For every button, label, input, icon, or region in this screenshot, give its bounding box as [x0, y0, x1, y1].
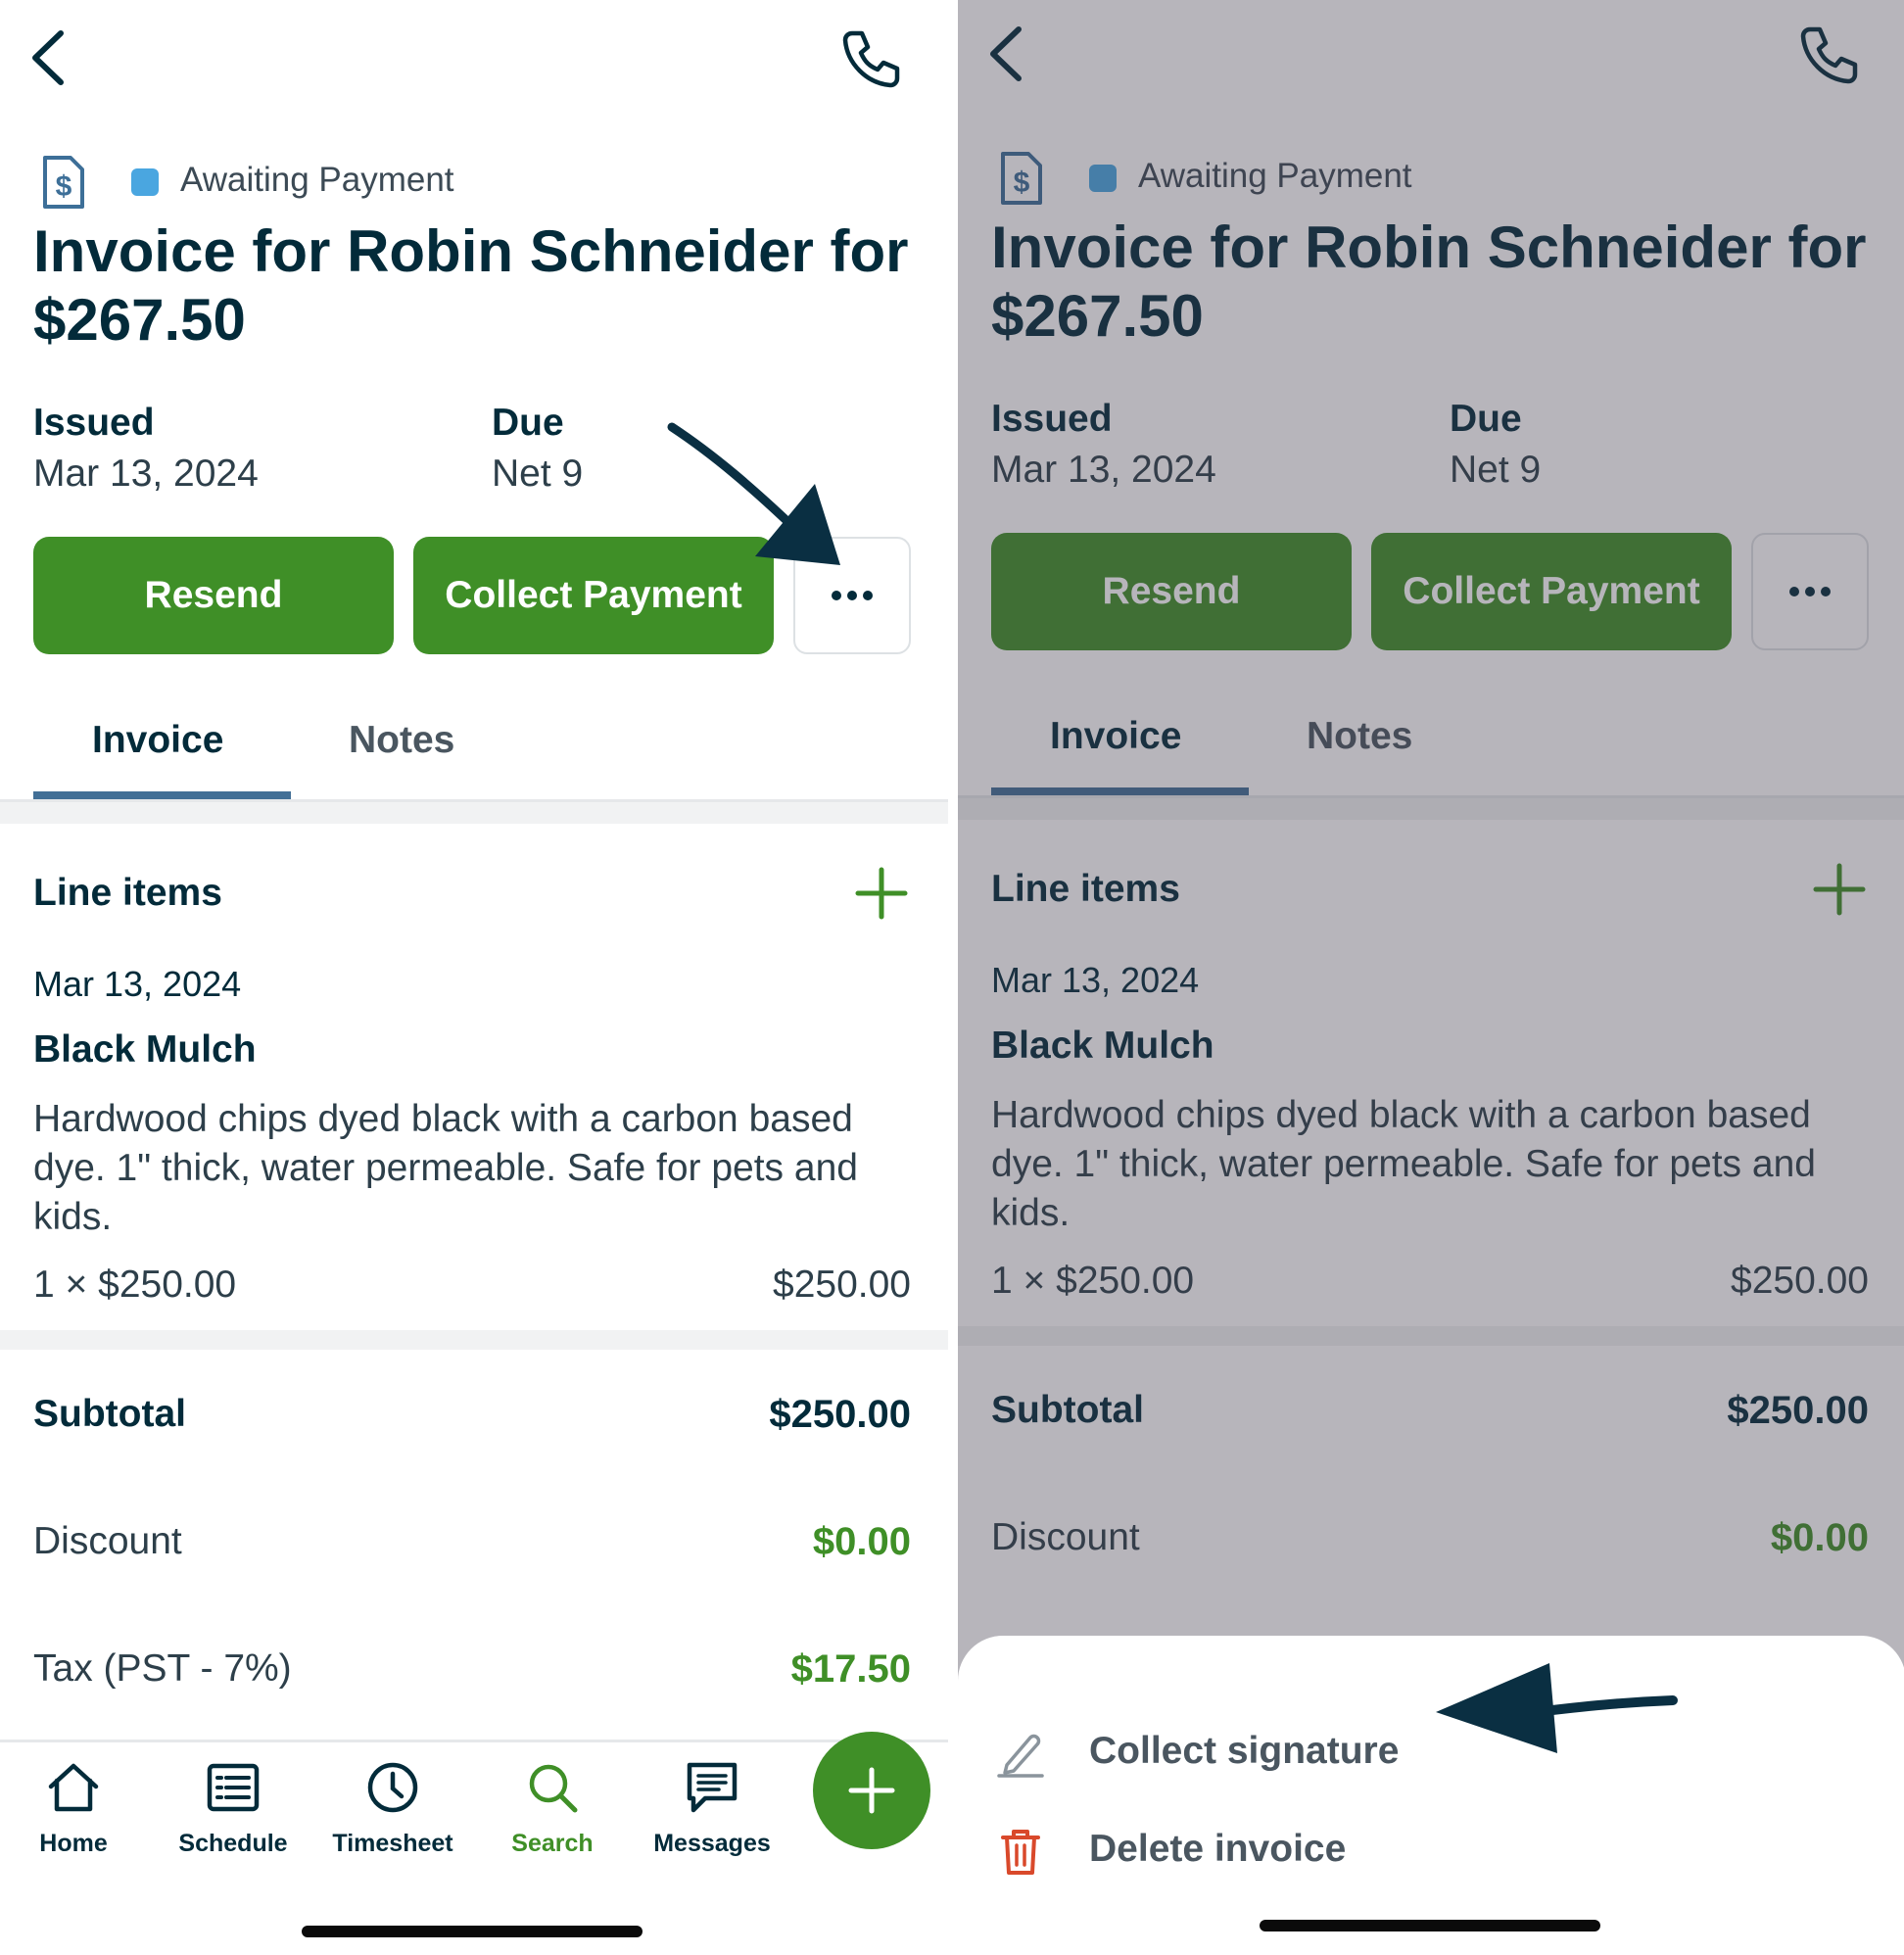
nav-messages[interactable]: Messages [639, 1759, 785, 1858]
action-sheet: Collect signature Delete invoice [958, 1636, 1904, 1955]
nav-home[interactable]: Home [0, 1759, 147, 1858]
invoice-document-icon: $ [39, 155, 86, 210]
trash-icon [1001, 1830, 1040, 1875]
back-button[interactable] [25, 27, 74, 88]
status-label: Awaiting Payment [180, 161, 454, 199]
schedule-list-icon [207, 1763, 260, 1812]
collect-payment-button[interactable]: Collect Payment [413, 537, 774, 654]
resend-button[interactable]: Resend [33, 537, 394, 654]
invoice-screen: $ Awaiting Payment Invoice for Robin Sch… [0, 0, 948, 1955]
clock-icon [367, 1762, 418, 1813]
collect-signature-option[interactable]: Collect signature [958, 1706, 1904, 1800]
more-actions-button[interactable] [793, 537, 911, 654]
message-icon [687, 1762, 738, 1813]
chevron-left-icon [32, 30, 64, 85]
nav-search-label: Search [511, 1830, 594, 1857]
plus-icon [855, 867, 908, 920]
subtotal-value: $250.00 [769, 1393, 911, 1436]
create-new-button[interactable] [813, 1732, 930, 1849]
section-separator [0, 802, 948, 824]
nav-search[interactable]: Search [479, 1759, 626, 1858]
issued-date: Mar 13, 2024 [33, 453, 259, 495]
line-item-description: Hardwood chips dyed black with a carbon … [33, 1098, 858, 1238]
nav-timesheet[interactable]: Timesheet [319, 1759, 466, 1858]
nav-messages-label: Messages [653, 1830, 771, 1857]
due-label: Due [492, 402, 564, 444]
tax-value[interactable]: $17.50 [791, 1647, 911, 1692]
add-line-item-button[interactable] [854, 866, 909, 921]
line-item-quantity-price: 1 × $250.00 [33, 1264, 237, 1306]
ellipsis-icon [832, 591, 873, 600]
call-button[interactable] [838, 27, 901, 90]
nav-timesheet-label: Timesheet [332, 1830, 453, 1857]
tab-notes[interactable]: Notes [349, 719, 454, 762]
page-title: Invoice for Robin Schneider for $267.50 [33, 218, 909, 353]
tab-invoice[interactable]: Invoice [92, 719, 223, 762]
line-item-name[interactable]: Black Mulch [33, 1028, 257, 1072]
home-indicator [1260, 1920, 1600, 1931]
nav-schedule-label: Schedule [178, 1830, 288, 1857]
phone-icon [842, 30, 900, 88]
subtotal-label: Subtotal [33, 1393, 186, 1435]
invoice-screen-with-menu: $ Awaiting Payment Invoice for Robin Sch… [958, 0, 1904, 1955]
line-item-total: $250.00 [773, 1264, 911, 1306]
discount-value[interactable]: $0.00 [813, 1520, 911, 1564]
tax-label: Tax (PST - 7%) [33, 1647, 292, 1690]
line-items-heading: Line items [33, 872, 222, 914]
search-icon [529, 1764, 578, 1813]
home-indicator [302, 1926, 643, 1937]
section-separator [0, 1330, 948, 1350]
collect-signature-label: Collect signature [1089, 1730, 1400, 1772]
nav-home-label: Home [39, 1830, 108, 1857]
home-icon [48, 1763, 99, 1812]
active-tab-indicator [33, 791, 291, 799]
nav-schedule[interactable]: Schedule [160, 1759, 307, 1858]
delete-invoice-option[interactable]: Delete invoice [958, 1804, 1904, 1898]
delete-invoice-label: Delete invoice [1089, 1828, 1347, 1870]
plus-icon [848, 1767, 895, 1814]
line-item-date: Mar 13, 2024 [33, 964, 242, 1004]
due-terms: Net 9 [492, 453, 584, 495]
status-indicator [131, 168, 159, 196]
issued-label: Issued [33, 402, 155, 444]
svg-text:$: $ [56, 170, 72, 203]
pen-icon [997, 1734, 1044, 1778]
discount-label: Discount [33, 1520, 182, 1562]
screen-divider [948, 0, 958, 1955]
